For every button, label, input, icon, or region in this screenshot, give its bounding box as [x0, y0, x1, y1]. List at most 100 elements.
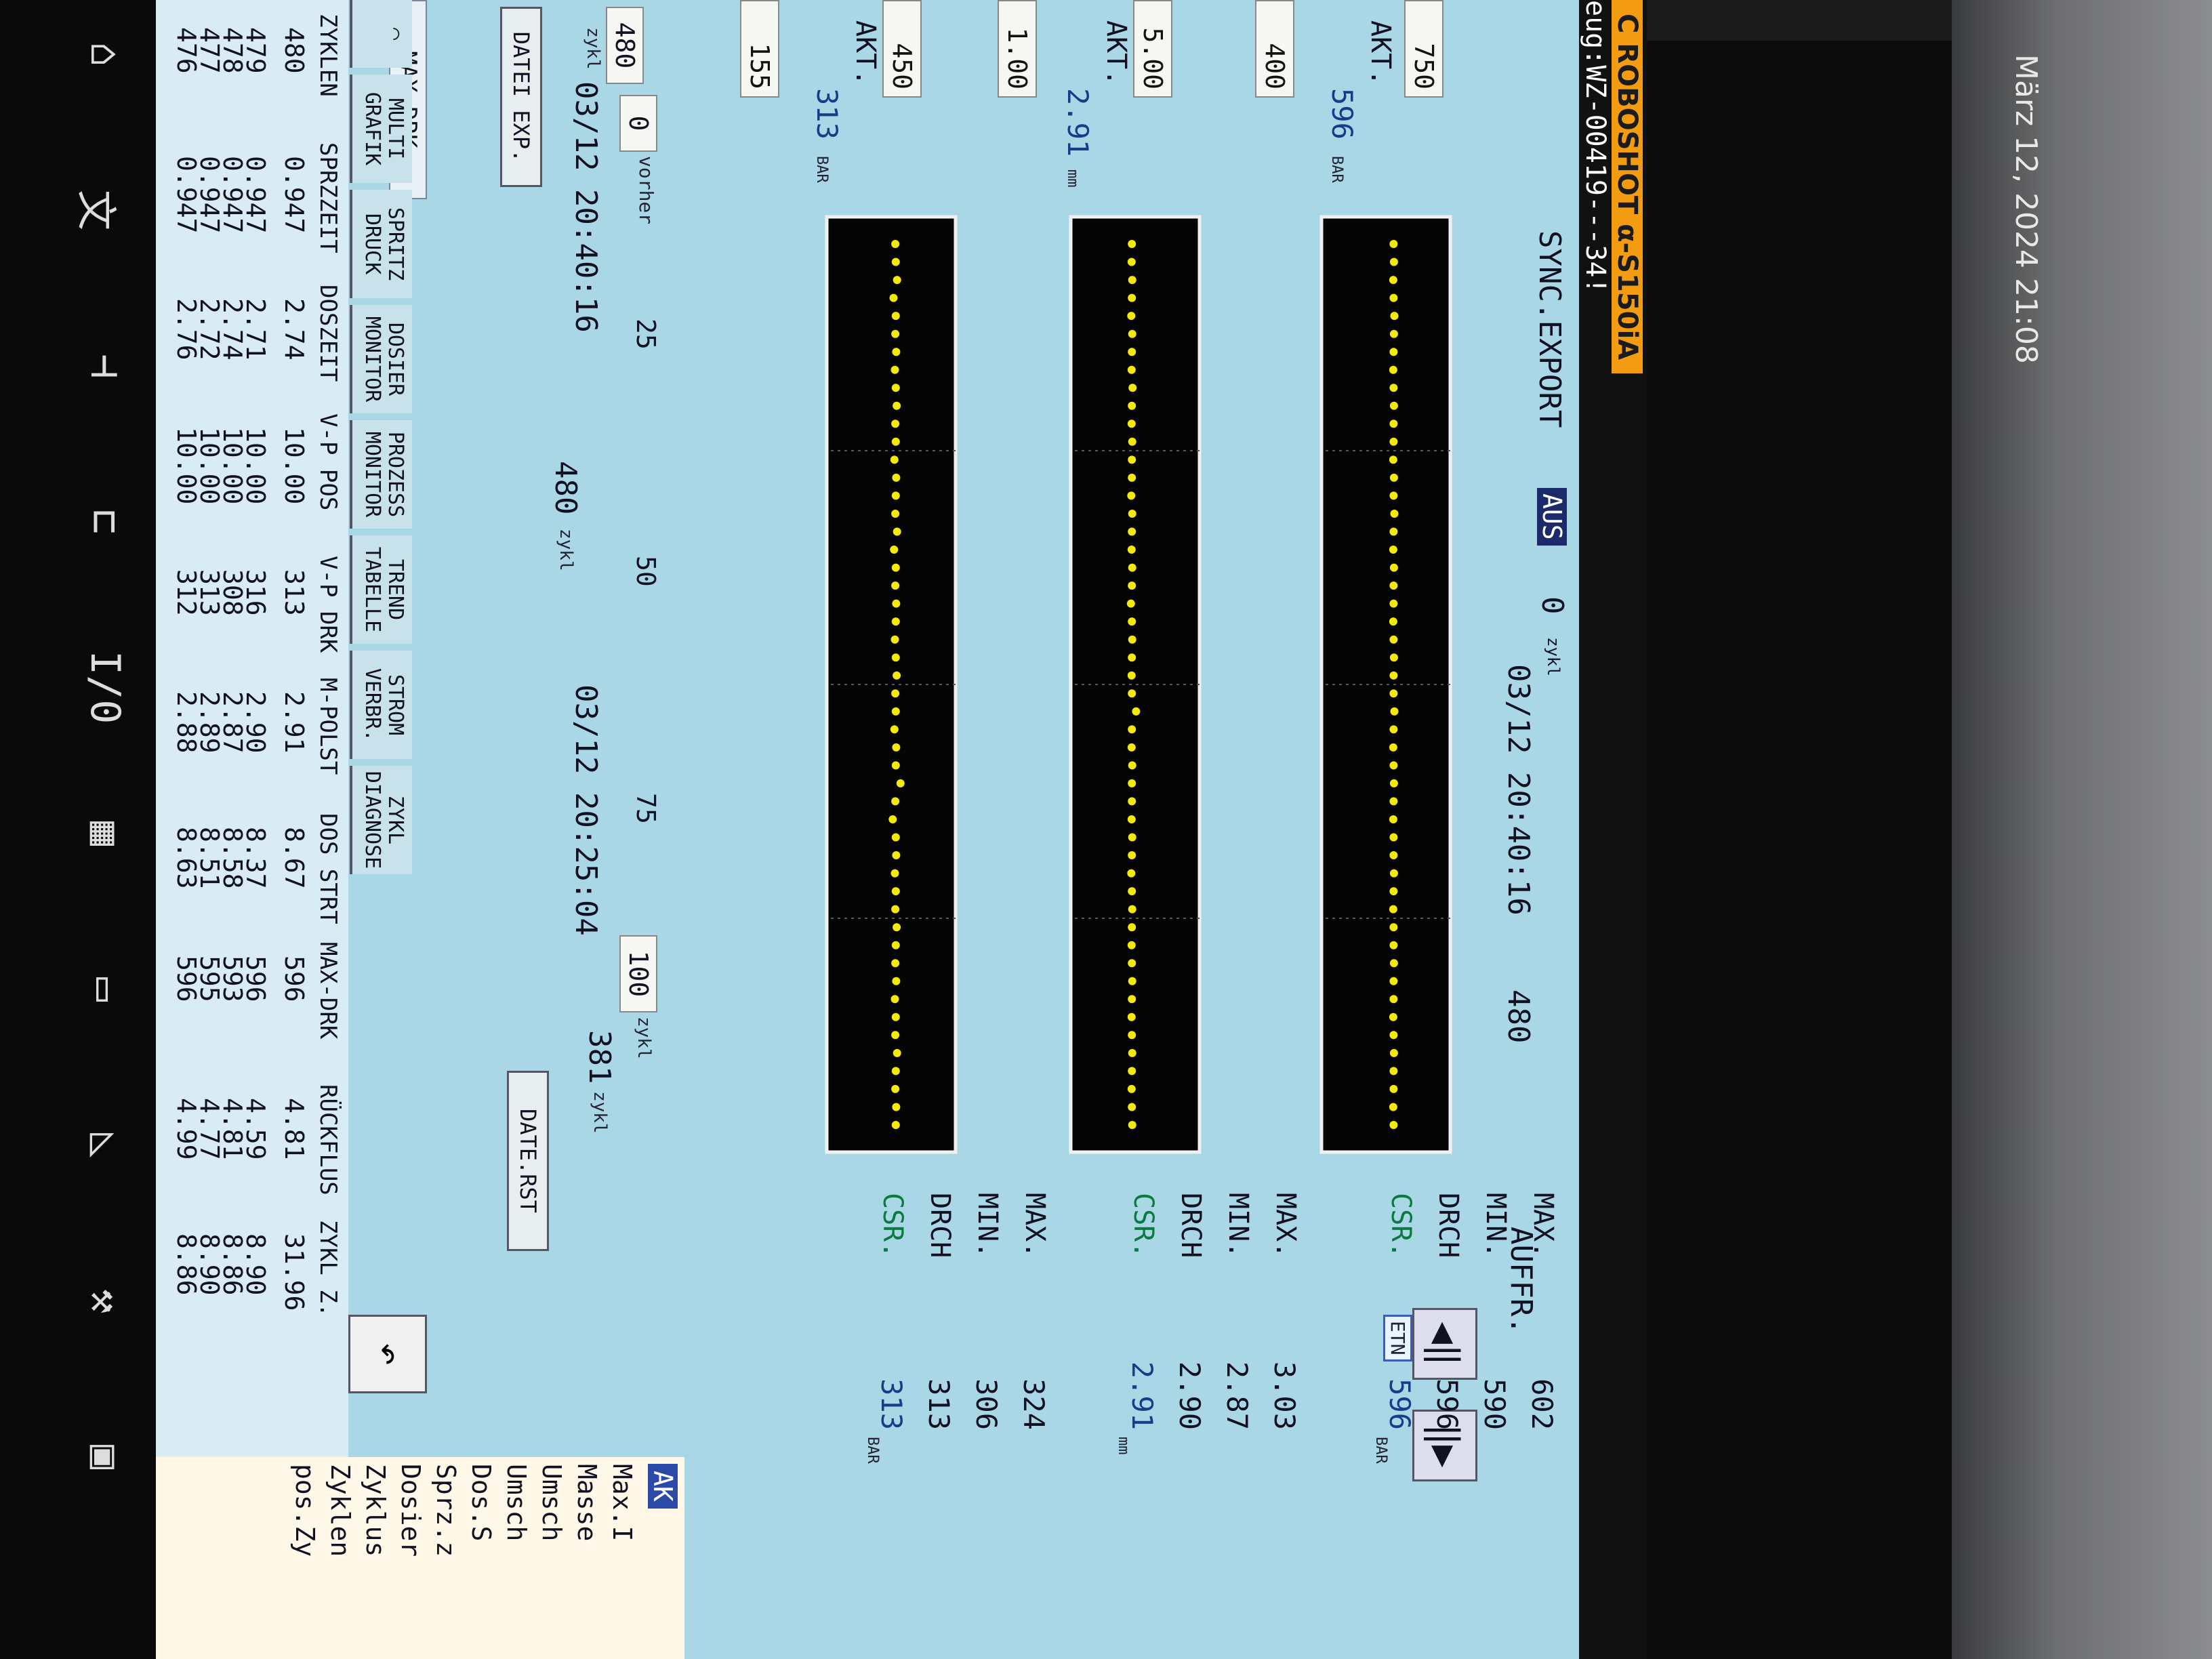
chart-point: [890, 635, 899, 644]
table-history-cell: 316: [241, 569, 270, 616]
table-history-cell: 596: [171, 956, 201, 1002]
chart-point: [891, 653, 900, 662]
date-rst-button[interactable]: DATE.RST: [507, 1071, 549, 1251]
table-current-cell: 10.00: [279, 427, 309, 505]
table-history-cell: 10.00: [241, 427, 270, 505]
chart-point: [1128, 293, 1136, 302]
chart-point: [891, 941, 900, 949]
chart-point: [891, 1031, 900, 1040]
wrench-icon[interactable]: ⚒: [81, 1274, 129, 1328]
return-button[interactable]: ↶: [348, 1315, 427, 1393]
chart-point: [891, 240, 900, 248]
table-history-cell: 4.81: [218, 1098, 247, 1160]
axis-mid-unit: zykl: [556, 529, 576, 571]
tab-0[interactable]: MULTI GRAFIK: [350, 75, 412, 183]
calendar-icon[interactable]: ▦: [81, 806, 129, 861]
chart-point: [1127, 869, 1136, 878]
axis-left-unit: zykl: [583, 27, 603, 70]
chart-point: [1389, 293, 1398, 302]
table-history-cell: 477: [194, 27, 224, 74]
chart-point: [1389, 887, 1398, 896]
chart-point: [1128, 240, 1136, 248]
injection-icon[interactable]: ⊣: [81, 339, 129, 393]
stat-value-csr: 313: [875, 1378, 908, 1430]
chart-point: [888, 815, 897, 823]
chart-point: [1389, 240, 1398, 248]
vorher-label: vorher: [635, 156, 657, 225]
chart-point: [1128, 689, 1136, 698]
chart-point: [1389, 1103, 1397, 1111]
chart-point: [1389, 384, 1398, 392]
chart-point: [892, 473, 901, 482]
table-header: DOSZEIT: [314, 285, 342, 382]
io-icon[interactable]: I/0: [81, 651, 129, 724]
tab-2[interactable]: DOSIER MONITOR: [350, 305, 412, 413]
chart-point: [1389, 815, 1397, 823]
stat-unit: BAR: [864, 1437, 881, 1464]
tab-1[interactable]: SPRITZ DRUCK: [350, 190, 412, 298]
table-current-cell: 0.947: [279, 156, 309, 234]
axis-range-value[interactable]: 100: [619, 935, 657, 1012]
chart-point: [1389, 833, 1398, 842]
stat-label-max: MAX.: [1019, 1193, 1050, 1258]
tab-graph-icon[interactable]: ⌒: [350, 0, 412, 68]
table-current-cell: 31.96: [279, 1233, 309, 1311]
axis-from-date: 03/12 20:40:16: [569, 81, 603, 333]
axis-tick-25: 25: [631, 319, 661, 350]
tab-line2: DIAGNOSE: [361, 771, 384, 869]
table-history-cell: 8.58: [218, 827, 247, 889]
chart-point: [893, 276, 901, 285]
chart-point: [1128, 473, 1136, 482]
ejector-icon[interactable]: ◺: [81, 1118, 129, 1172]
chart-point: [1389, 725, 1398, 734]
chart-point: [891, 905, 900, 914]
chart-point: [1390, 707, 1399, 716]
datei-exp-button[interactable]: DATEI EXP.: [500, 7, 542, 187]
chart-point: [1389, 401, 1398, 410]
translate-icon[interactable]: 文: [70, 183, 129, 237]
vorher-value[interactable]: 0: [619, 95, 657, 152]
chart-point: [1127, 491, 1136, 500]
mold-icon[interactable]: ⊏: [81, 495, 129, 549]
tab-6[interactable]: ZYKL DIAGNOSE: [350, 766, 412, 874]
stat-value-csr: 596: [1383, 1378, 1416, 1430]
table-history-cell: 2.74: [218, 298, 247, 361]
tab-5[interactable]: STROM VERBR.: [350, 651, 412, 759]
chart-point: [1389, 473, 1398, 482]
table-history-cell: 8.37: [241, 827, 270, 889]
chart-point: [1389, 419, 1398, 428]
sidebar-line: Max.I: [607, 1464, 637, 1542]
chart-point: [892, 743, 901, 752]
chart-point: [890, 869, 899, 878]
chart-point: [891, 1121, 900, 1129]
chart-point: [1389, 258, 1398, 266]
chart-point: [1389, 1048, 1398, 1057]
chart-point: [891, 419, 900, 428]
chart-point: [1389, 671, 1398, 680]
axis-left-value[interactable]: 480: [606, 7, 644, 84]
tab-3[interactable]: PROZESS MONITOR: [350, 420, 412, 529]
chart-point: [1389, 546, 1397, 554]
table-current-cell: 2.91: [279, 691, 309, 754]
tab-line2: DRUCK: [361, 213, 384, 275]
table-current-cell: 8.67: [279, 827, 309, 889]
chart-point: [1389, 761, 1398, 770]
chart-point: [1128, 510, 1136, 518]
axis-tick-75: 75: [631, 793, 661, 824]
save-icon[interactable]: ▣: [81, 1430, 129, 1484]
table-history-cell: 2.90: [241, 691, 270, 754]
bottom-icon-bar: ⌂ 文 ⊣ ⊏ I/0 ▦ ▭ ◺ ⚒ ▣: [0, 0, 156, 1659]
tab-line2: TABELLE: [361, 546, 384, 633]
table-header: MAX-DRK: [314, 942, 342, 1040]
table-history-cell: 4.99: [171, 1098, 201, 1160]
home-icon[interactable]: ⌂: [81, 27, 129, 81]
chart-point: [1389, 617, 1397, 626]
chart-point: [1389, 779, 1398, 787]
trend-table: ZYKLEN SPRZZEIT DOSZEIT V-P POS V-P DRK M-POL…: [156, 0, 348, 1659]
tab-4[interactable]: TREND TABELLE: [350, 535, 412, 644]
stat-label-csr: CSR.: [1385, 1193, 1416, 1258]
chart-point: [892, 599, 901, 608]
chart-point: [892, 851, 901, 859]
monitor-icon[interactable]: ▭: [81, 962, 129, 1017]
sidebar-line: Zyklus: [361, 1464, 390, 1557]
